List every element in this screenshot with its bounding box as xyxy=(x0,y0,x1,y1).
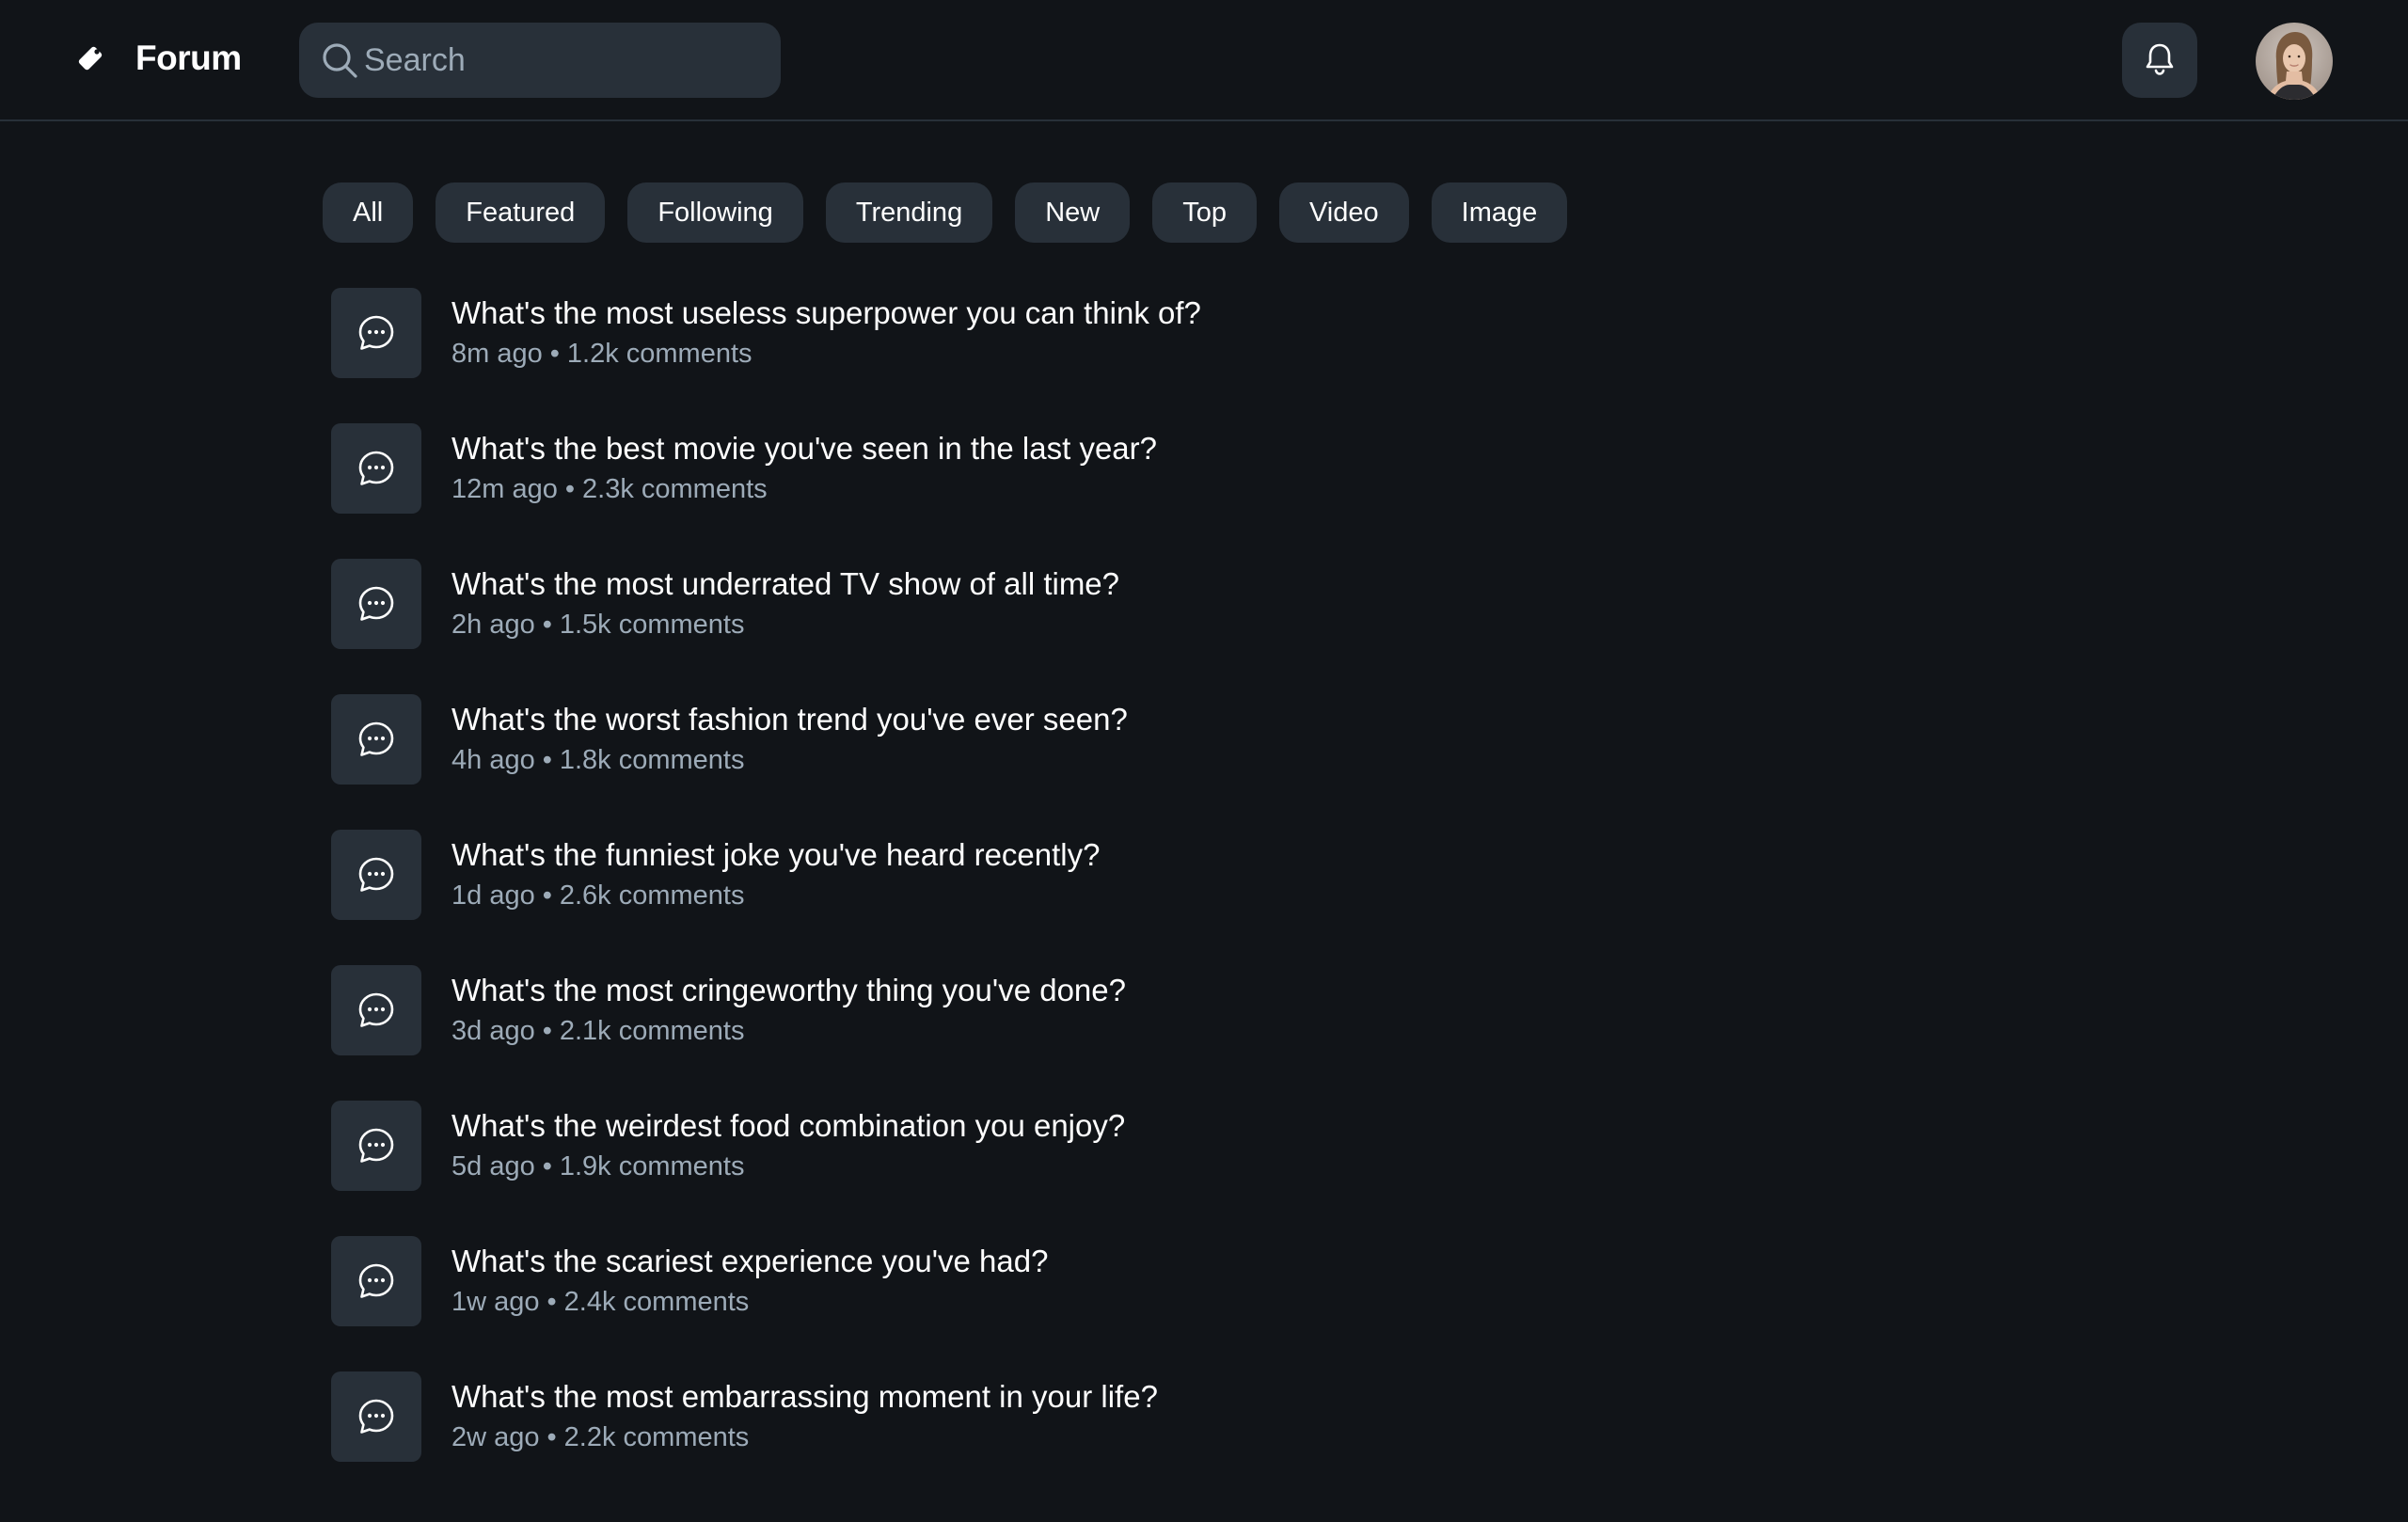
thread-age: 3d ago xyxy=(452,1016,535,1046)
chat-bubble-icon xyxy=(331,965,421,1055)
thread-meta: 3d ago • 2.1k comments xyxy=(452,1012,1126,1050)
bell-icon xyxy=(2143,41,2177,80)
thread-meta: 8m ago • 1.2k comments xyxy=(452,335,1201,373)
thread-comments-count[interactable]: 1.8k comments xyxy=(560,745,745,775)
chat-bubble-icon xyxy=(331,694,421,785)
thread-title[interactable]: What's the most underrated TV show of al… xyxy=(452,564,1119,604)
thread-title[interactable]: What's the most cringeworthy thing you'v… xyxy=(452,971,1126,1010)
thread-title[interactable]: What's the most useless superpower you c… xyxy=(452,293,1201,333)
notifications-button[interactable] xyxy=(2122,23,2197,98)
filter-video[interactable]: Video xyxy=(1278,182,1409,243)
filter-trending[interactable]: Trending xyxy=(825,182,993,243)
thread-body: What's the best movie you've seen in the… xyxy=(452,423,1157,508)
thread-body: What's the most underrated TV show of al… xyxy=(452,559,1119,643)
top-header: Forum xyxy=(0,0,2408,121)
chat-bubble-icon xyxy=(331,1236,421,1326)
meta-separator: • xyxy=(564,474,576,504)
chat-bubble-icon xyxy=(331,1371,421,1462)
meta-separator: • xyxy=(542,1151,552,1181)
thread-age: 8m ago xyxy=(452,339,543,369)
brand[interactable]: Forum xyxy=(75,34,242,83)
thread-meta: 2h ago • 1.5k comments xyxy=(452,606,1119,643)
chat-bubble-icon xyxy=(331,559,421,649)
filter-featured[interactable]: Featured xyxy=(436,182,606,243)
thread-meta: 12m ago • 2.3k comments xyxy=(452,470,1157,508)
thread-body: What's the funniest joke you've heard re… xyxy=(452,830,1101,914)
filter-top[interactable]: Top xyxy=(1152,182,1257,243)
thread-meta: 1w ago • 2.4k comments xyxy=(452,1283,1048,1321)
thread-age: 5d ago xyxy=(452,1151,535,1181)
logo-icon xyxy=(75,43,105,73)
chat-bubble-icon xyxy=(331,423,421,514)
thread-title[interactable]: What's the scariest experience you've ha… xyxy=(452,1242,1048,1281)
thread-meta: 2w ago • 2.2k comments xyxy=(452,1419,1158,1456)
thread-age: 2h ago xyxy=(452,610,535,640)
thread-item[interactable]: What's the most useless superpower you c… xyxy=(331,288,2024,423)
thread-item[interactable]: What's the best movie you've seen in the… xyxy=(331,423,2024,559)
thread-comments-count[interactable]: 2.2k comments xyxy=(564,1422,750,1452)
thread-meta: 5d ago • 1.9k comments xyxy=(452,1148,1125,1185)
search-input[interactable] xyxy=(364,23,781,98)
thread-body: What's the most useless superpower you c… xyxy=(452,288,1201,373)
thread-comments-count[interactable]: 1.9k comments xyxy=(560,1151,745,1181)
thread-title[interactable]: What's the best movie you've seen in the… xyxy=(452,429,1157,468)
thread-item[interactable]: What's the most embarrassing moment in y… xyxy=(331,1371,2024,1507)
meta-separator: • xyxy=(542,880,552,911)
thread-age: 1d ago xyxy=(452,880,535,911)
thread-comments-count[interactable]: 2.3k comments xyxy=(582,474,768,504)
thread-meta: 4h ago • 1.8k comments xyxy=(452,741,1128,779)
meta-separator: • xyxy=(549,339,560,369)
thread-body: What's the most embarrassing moment in y… xyxy=(452,1371,1158,1456)
thread-item[interactable]: What's the scariest experience you've ha… xyxy=(331,1236,2024,1371)
meta-separator: • xyxy=(547,1422,557,1452)
thread-comments-count[interactable]: 2.1k comments xyxy=(560,1016,745,1046)
meta-separator: • xyxy=(542,610,552,640)
filter-image[interactable]: Image xyxy=(1431,182,1568,243)
thread-age: 4h ago xyxy=(452,745,535,775)
thread-title[interactable]: What's the funniest joke you've heard re… xyxy=(452,835,1101,875)
chat-bubble-icon xyxy=(331,288,421,378)
filter-following[interactable]: Following xyxy=(627,182,803,243)
thread-body: What's the weirdest food combination you… xyxy=(452,1101,1125,1185)
thread-title[interactable]: What's the worst fashion trend you've ev… xyxy=(452,700,1128,739)
thread-comments-count[interactable]: 2.6k comments xyxy=(560,880,745,911)
thread-body: What's the most cringeworthy thing you'v… xyxy=(452,965,1126,1050)
thread-meta: 1d ago • 2.6k comments xyxy=(452,877,1101,914)
thread-comments-count[interactable]: 1.5k comments xyxy=(560,610,745,640)
filter-all[interactable]: All xyxy=(323,182,414,243)
thread-age: 1w ago xyxy=(452,1287,540,1317)
thread-item[interactable]: What's the funniest joke you've heard re… xyxy=(331,830,2024,965)
brand-title: Forum xyxy=(135,39,242,77)
filter-new[interactable]: New xyxy=(1015,182,1131,243)
thread-list: What's the most useless superpower you c… xyxy=(331,288,2024,1507)
thread-body: What's the worst fashion trend you've ev… xyxy=(452,694,1128,779)
search-bar[interactable] xyxy=(299,23,781,98)
meta-separator: • xyxy=(542,1016,552,1046)
thread-title[interactable]: What's the weirdest food combination you… xyxy=(452,1106,1125,1146)
thread-comments-count[interactable]: 2.4k comments xyxy=(564,1287,750,1317)
thread-body: What's the scariest experience you've ha… xyxy=(452,1236,1048,1321)
search-icon xyxy=(310,23,368,98)
thread-age: 12m ago xyxy=(452,474,558,504)
chat-bubble-icon xyxy=(331,830,421,920)
thread-age: 2w ago xyxy=(452,1422,540,1452)
thread-comments-count[interactable]: 1.2k comments xyxy=(567,339,752,369)
meta-separator: • xyxy=(547,1287,557,1317)
thread-title[interactable]: What's the most embarrassing moment in y… xyxy=(452,1377,1158,1417)
thread-item[interactable]: What's the worst fashion trend you've ev… xyxy=(331,694,2024,830)
chat-bubble-icon xyxy=(331,1101,421,1191)
user-avatar[interactable] xyxy=(2256,23,2333,100)
thread-item[interactable]: What's the most cringeworthy thing you'v… xyxy=(331,965,2024,1101)
thread-item[interactable]: What's the most underrated TV show of al… xyxy=(331,559,2024,694)
filter-chips: All Featured Following Trending New Top … xyxy=(323,182,1568,243)
thread-item[interactable]: What's the weirdest food combination you… xyxy=(331,1101,2024,1236)
meta-separator: • xyxy=(542,745,552,775)
